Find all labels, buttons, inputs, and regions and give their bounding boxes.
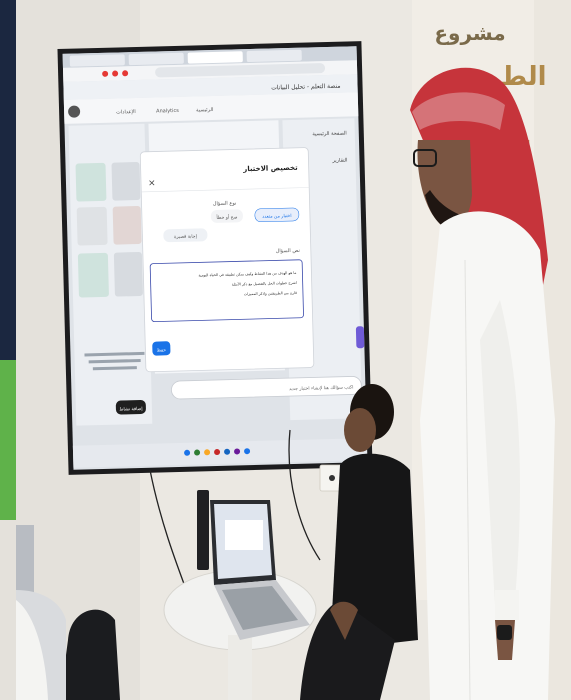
standing-man [410, 67, 555, 700]
left-dark-panel [0, 0, 16, 360]
scene-illustration: مشروع الط إ ال منصة التعلم - تحليل البيا… [0, 0, 571, 700]
close-icon[interactable]: × [148, 179, 156, 189]
tab-analytics: Analytics [156, 108, 179, 115]
tv: منصة التعلم - تحليل البيانات Analytics ا… [57, 41, 373, 475]
sidebar-item-reports: التقارير [331, 157, 347, 163]
question-label: نص السؤال [276, 248, 300, 255]
photo-scene: مشروع الط إ ال منصة التعلم - تحليل البيا… [0, 0, 571, 700]
svg-text:حفظ: حفظ [157, 348, 167, 353]
svg-text:إجابة قصيرة: إجابة قصيرة [174, 234, 197, 240]
router [197, 490, 209, 570]
tab-settings: الإعدادات [116, 109, 136, 116]
wrist-watch [497, 625, 512, 640]
sidebar-item-home: الصفحة الرئيسية [312, 131, 347, 138]
quiz-dialog: تخصيص الاختبار × نوع السؤال اختيار من مت… [139, 147, 315, 373]
section-label: نوع السؤال [213, 200, 237, 207]
dialog-title: تخصيص الاختبار [242, 164, 298, 173]
svg-text:اختيار من متعدد: اختيار من متعدد [262, 214, 291, 220]
tab-home: الرئيسية [196, 107, 213, 113]
banner-title: مشروع [434, 21, 505, 45]
svg-text:إضافة نشاط: إضافة نشاط [119, 407, 142, 413]
green-panel [0, 360, 16, 520]
